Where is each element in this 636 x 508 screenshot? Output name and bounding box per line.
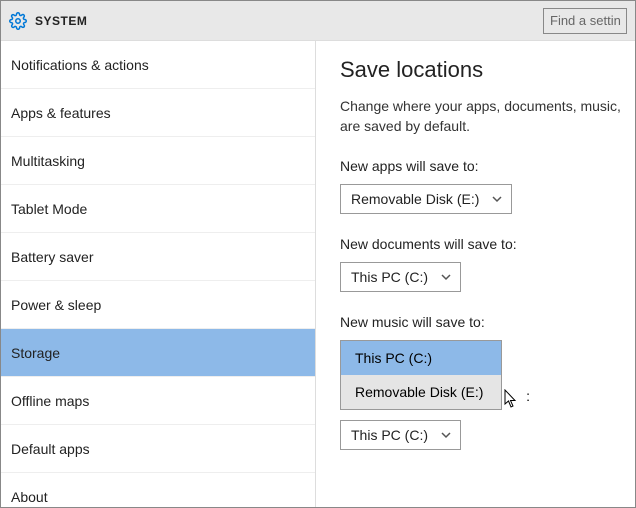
sidebar-item-label: Apps & features xyxy=(11,105,111,121)
sidebar-item-power-sleep[interactable]: Power & sleep xyxy=(1,281,315,329)
page-category-title: SYSTEM xyxy=(35,14,87,28)
setting-label: New documents will save to: xyxy=(340,236,635,252)
dropdown-option-label: This PC (C:) xyxy=(355,350,432,366)
sidebar-item-storage[interactable]: Storage xyxy=(1,329,315,377)
sidebar-item-offline-maps[interactable]: Offline maps xyxy=(1,377,315,425)
chevron-down-icon xyxy=(440,429,452,441)
dropdown-option-this-pc[interactable]: This PC (C:) xyxy=(341,341,501,375)
sidebar-item-battery-saver[interactable]: Battery saver xyxy=(1,233,315,281)
sidebar-item-label: About xyxy=(11,489,48,505)
apps-save-dropdown[interactable]: Removable Disk (E:) xyxy=(340,184,512,214)
sidebar-item-notifications[interactable]: Notifications & actions xyxy=(1,41,315,89)
page-title: Save locations xyxy=(340,57,635,83)
sidebar-item-label: Power & sleep xyxy=(11,297,101,313)
dropdown-value: This PC (C:) xyxy=(351,427,428,443)
sidebar-item-about[interactable]: About xyxy=(1,473,315,507)
setting-label: New music will save to: xyxy=(340,314,635,330)
sidebar-item-label: Battery saver xyxy=(11,249,93,265)
sidebar-item-label: Default apps xyxy=(11,441,90,457)
window-header: SYSTEM Find a settin xyxy=(1,1,635,41)
chevron-down-icon xyxy=(440,271,452,283)
dropdown-value: Removable Disk (E:) xyxy=(351,191,479,207)
setting-new-apps: New apps will save to: Removable Disk (E… xyxy=(340,158,635,214)
sidebar: Notifications & actions Apps & features … xyxy=(1,41,315,507)
obscured-text-fragment: : xyxy=(526,388,530,404)
dropdown-option-removable-disk[interactable]: Removable Disk (E:) xyxy=(341,375,501,409)
page-description: Change where your apps, documents, music… xyxy=(340,97,635,136)
music-save-dropdown-list: This PC (C:) Removable Disk (E:) xyxy=(340,340,502,410)
sidebar-item-label: Storage xyxy=(11,345,60,361)
chevron-down-icon xyxy=(491,193,503,205)
sidebar-item-label: Tablet Mode xyxy=(11,201,87,217)
sidebar-item-tablet-mode[interactable]: Tablet Mode xyxy=(1,185,315,233)
dropdown-value: This PC (C:) xyxy=(351,269,428,285)
sidebar-item-label: Notifications & actions xyxy=(11,57,149,73)
search-input[interactable]: Find a settin xyxy=(543,8,627,34)
sidebar-item-default-apps[interactable]: Default apps xyxy=(1,425,315,473)
music-save-dropdown[interactable]: This PC (C:) xyxy=(340,420,461,450)
gear-icon xyxy=(9,12,27,30)
sidebar-item-multitasking[interactable]: Multitasking xyxy=(1,137,315,185)
setting-new-music: New music will save to: This PC (C:) Rem… xyxy=(340,314,635,450)
documents-save-dropdown[interactable]: This PC (C:) xyxy=(340,262,461,292)
setting-new-documents: New documents will save to: This PC (C:) xyxy=(340,236,635,292)
dropdown-option-label: Removable Disk (E:) xyxy=(355,384,483,400)
main-content: Save locations Change where your apps, d… xyxy=(315,41,635,507)
sidebar-item-apps-features[interactable]: Apps & features xyxy=(1,89,315,137)
sidebar-item-label: Offline maps xyxy=(11,393,89,409)
sidebar-item-label: Multitasking xyxy=(11,153,85,169)
search-placeholder: Find a settin xyxy=(550,13,621,28)
setting-label: New apps will save to: xyxy=(340,158,635,174)
